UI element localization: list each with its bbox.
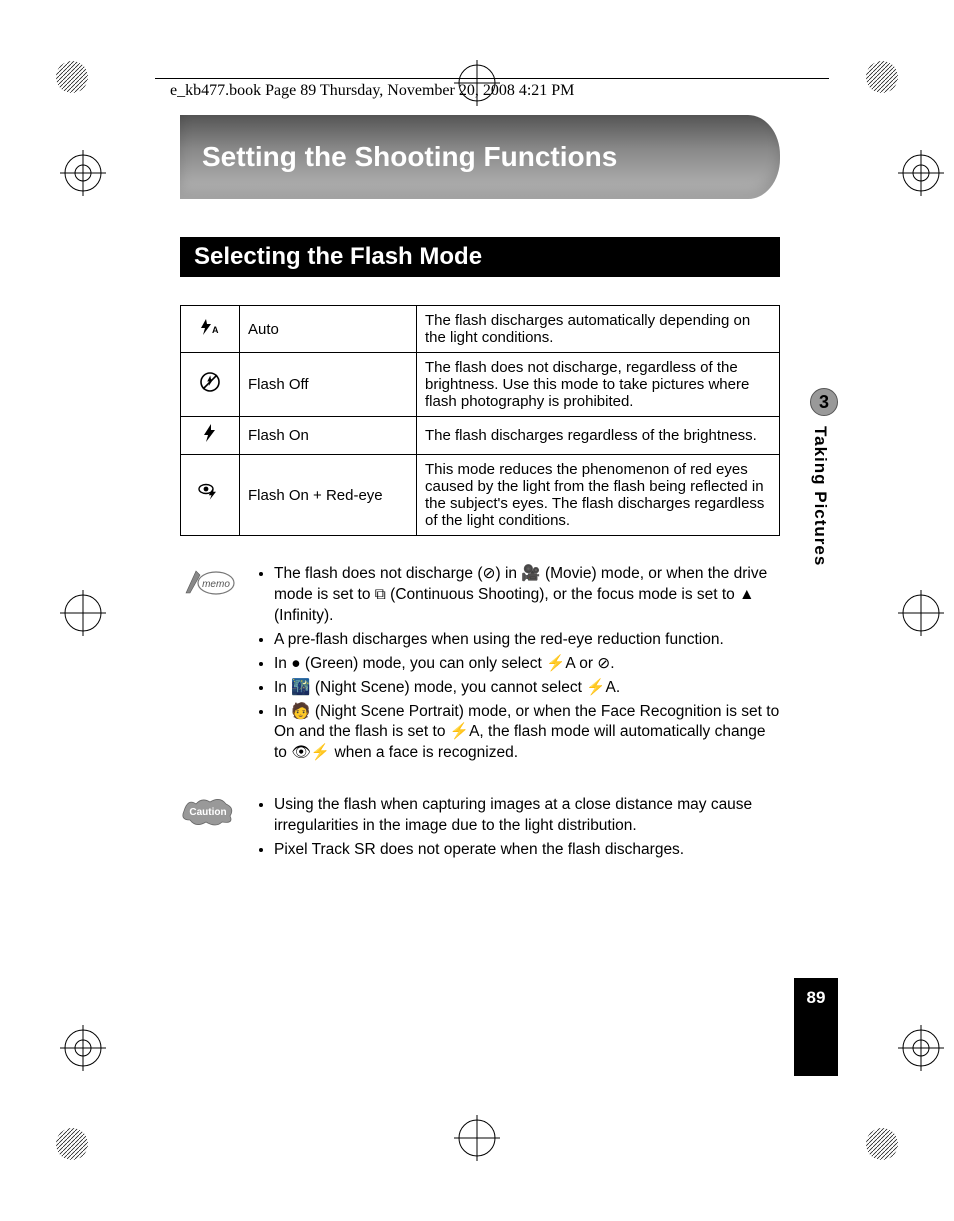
caution-list: Using the flash when capturing images at… [254, 795, 780, 864]
mode-desc: This mode reduces the phenomenon of red … [417, 455, 780, 536]
flash-mode-table: A Auto The flash discharges automaticall… [180, 305, 780, 536]
chapter-title: Setting the Shooting Functions [202, 141, 617, 173]
crop-mark-icon [55, 1127, 89, 1161]
table-row: A Auto The flash discharges automaticall… [181, 306, 780, 353]
register-mark-icon [60, 590, 106, 636]
table-row: Flash On + Red-eye This mode reduces the… [181, 455, 780, 536]
memo-list: The flash does not discharge (⊘) in 🎥 (M… [254, 564, 780, 767]
mode-name: Flash On [240, 417, 417, 455]
register-mark-icon [60, 150, 106, 196]
mode-name: Auto [240, 306, 417, 353]
mode-desc: The flash does not discharge, regardless… [417, 353, 780, 417]
chapter-heading: Setting the Shooting Functions [180, 115, 780, 199]
register-mark-icon [898, 590, 944, 636]
register-mark-icon [898, 150, 944, 196]
crop-mark-icon [55, 60, 89, 94]
list-item: In 🌃 (Night Scene) mode, you cannot sele… [274, 678, 780, 699]
crop-mark-icon [865, 60, 899, 94]
section-title: Selecting the Flash Mode [194, 243, 482, 270]
list-item: A pre-flash discharges when using the re… [274, 630, 780, 651]
mode-desc: The flash discharges automatically depen… [417, 306, 780, 353]
list-item: In ● (Green) mode, you can only select ⚡… [274, 654, 780, 675]
mode-name: Flash On + Red-eye [240, 455, 417, 536]
caution-icon: Caution [180, 795, 236, 827]
register-mark-icon [454, 1115, 500, 1161]
mode-name: Flash Off [240, 353, 417, 417]
svg-text:A: A [212, 325, 219, 335]
flash-off-icon [181, 353, 240, 417]
list-item: Using the flash when capturing images at… [274, 795, 780, 837]
flash-redeye-icon [181, 455, 240, 536]
running-header: e_kb477.book Page 89 Thursday, November … [170, 82, 574, 100]
list-item: In 🧑 (Night Scene Portrait) mode, or whe… [274, 702, 780, 765]
list-item: Pixel Track SR does not operate when the… [274, 840, 780, 861]
register-mark-icon [898, 1025, 944, 1071]
svg-text:Caution: Caution [189, 807, 226, 818]
page-number: 89 [794, 978, 838, 1076]
chapter-number-badge: 3 [810, 388, 838, 416]
mode-desc: The flash discharges regardless of the b… [417, 417, 780, 455]
table-row: Flash On The flash discharges regardless… [181, 417, 780, 455]
list-item: The flash does not discharge (⊘) in 🎥 (M… [274, 564, 780, 627]
flash-auto-icon: A [181, 306, 240, 353]
section-heading: Selecting the Flash Mode [180, 237, 780, 277]
table-row: Flash Off The flash does not discharge, … [181, 353, 780, 417]
register-mark-icon [60, 1025, 106, 1071]
memo-icon: memo [180, 564, 236, 596]
header-rule [155, 78, 829, 79]
flash-on-icon [181, 417, 240, 455]
crop-mark-icon [865, 1127, 899, 1161]
svg-text:memo: memo [202, 579, 230, 590]
side-tab: 3 Taking Pictures [810, 388, 838, 566]
side-tab-label: Taking Pictures [810, 426, 830, 566]
